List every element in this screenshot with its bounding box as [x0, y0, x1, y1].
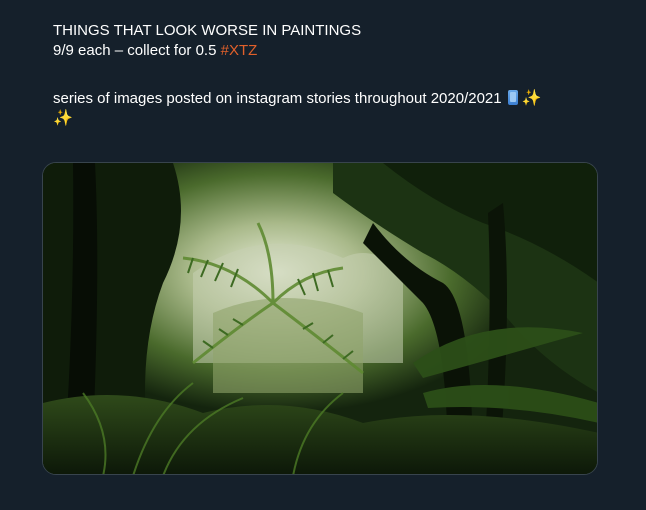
description-text: series of images posted on instagram sto…	[53, 90, 502, 107]
sparkles-icon: ✨	[521, 90, 542, 107]
tweet-price-line: 9/9 each – collect for 0.5 #XTZ	[53, 41, 613, 61]
hashtag-link[interactable]: #XTZ	[221, 42, 258, 59]
tweet-description-line: series of images posted on instagram sto…	[53, 89, 613, 129]
mobile-phone-icon	[507, 90, 518, 105]
tweet-text: THINGS THAT LOOK WORSE IN PAINTINGS 9/9 …	[53, 21, 613, 129]
tweet-title-line: THINGS THAT LOOK WORSE IN PAINTINGS	[53, 22, 362, 39]
jungle-photo	[43, 163, 597, 474]
price-text: 9/9 each – collect for 0.5	[53, 42, 221, 59]
sparkles-icon: ✨	[53, 110, 73, 127]
tweet-media-photo[interactable]	[42, 162, 598, 475]
